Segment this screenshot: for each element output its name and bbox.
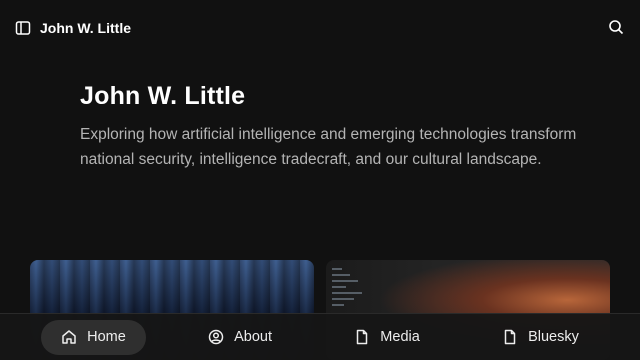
nav-item-label: Media [380, 329, 420, 345]
code-line [332, 268, 342, 270]
sidebar-toggle-icon[interactable] [14, 19, 32, 37]
site-name[interactable]: John W. Little [40, 20, 131, 36]
nav-item-about[interactable]: About [188, 320, 292, 355]
top-bar: John W. Little [0, 0, 640, 56]
search-icon[interactable] [608, 19, 626, 37]
code-line [332, 304, 344, 306]
bottom-navigation: Home About Media Bluesky [0, 313, 640, 360]
document-icon [502, 329, 518, 345]
document-icon [354, 329, 370, 345]
code-line [332, 280, 358, 282]
nav-item-bluesky[interactable]: Bluesky [482, 320, 599, 355]
nav-item-label: About [234, 329, 273, 345]
page-description: Exploring how artificial intelligence an… [80, 126, 577, 168]
nav-item-label: Home [87, 329, 126, 345]
page-title: John W. Little [80, 82, 246, 110]
code-line [332, 298, 354, 300]
code-line [332, 274, 350, 276]
user-circle-icon [208, 329, 224, 345]
home-icon [61, 329, 77, 345]
code-line [332, 292, 362, 294]
nav-item-home[interactable]: Home [41, 319, 146, 355]
nav-item-label: Bluesky [528, 329, 579, 345]
code-line [332, 286, 346, 288]
nav-item-media[interactable]: Media [334, 320, 440, 355]
hero-section: John W. Little Exploring how artificial … [80, 82, 580, 172]
